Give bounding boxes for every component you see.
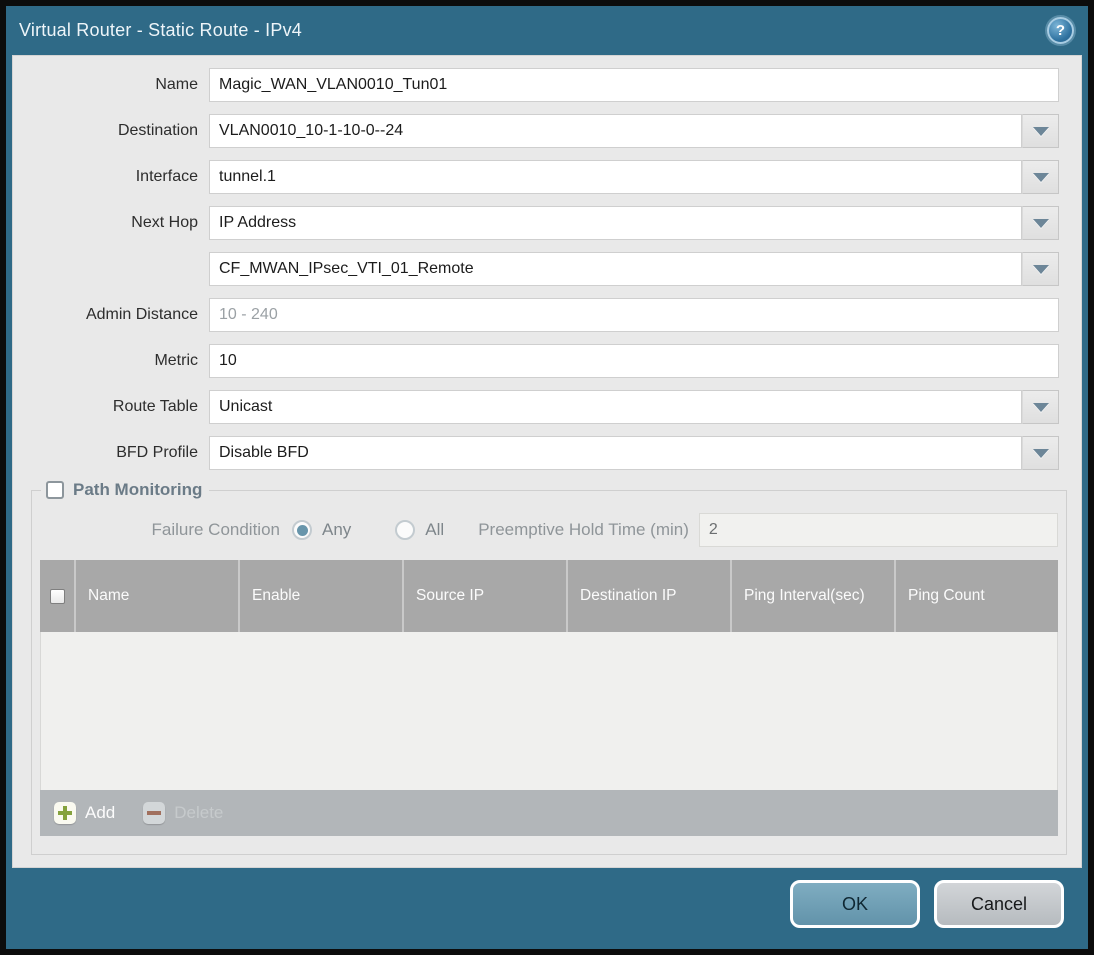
bfd-profile-select[interactable]: [209, 436, 1022, 470]
route-table-dropdown-button[interactable]: [1022, 390, 1059, 424]
bfd-profile-dropdown-button[interactable]: [1022, 436, 1059, 470]
route-table-select[interactable]: [209, 390, 1022, 424]
bfd-profile-label: BFD Profile: [116, 444, 198, 461]
chevron-down-icon: [1032, 172, 1049, 182]
failure-condition-all-label: All: [425, 520, 445, 539]
route-table-row: Route Table: [13, 390, 1081, 424]
table-header-select-all: [40, 560, 74, 632]
dialog-window: Virtual Router - Static Route - IPv4 ? N…: [6, 6, 1088, 949]
path-monitoring-checkbox[interactable]: [46, 481, 64, 499]
help-icon[interactable]: ?: [1047, 17, 1074, 44]
table-body-empty: [40, 632, 1058, 790]
metric-field[interactable]: [209, 344, 1059, 378]
failure-condition-any-label: Any: [322, 520, 352, 539]
path-monitoring-section: Path Monitoring Failure Condition Any Al…: [31, 480, 1067, 855]
interface-dropdown-button[interactable]: [1022, 160, 1059, 194]
column-header-ping-interval[interactable]: Ping Interval(sec): [730, 560, 894, 632]
chevron-down-icon: [1032, 402, 1049, 412]
dialog-titlebar: Virtual Router - Static Route - IPv4 ?: [6, 6, 1088, 55]
destination-row: Destination: [13, 114, 1081, 148]
admin-distance-row: Admin Distance: [13, 298, 1081, 332]
delete-button[interactable]: Delete: [143, 802, 223, 824]
destination-field[interactable]: [209, 114, 1022, 148]
column-header-ping-count[interactable]: Ping Count: [894, 560, 1058, 632]
next-hop-label: Next Hop: [131, 214, 198, 231]
cancel-button[interactable]: Cancel: [934, 880, 1064, 928]
dialog-title: Virtual Router - Static Route - IPv4: [19, 20, 302, 40]
table-header-row: Name Enable Source IP Destination IP Pin…: [40, 560, 1058, 632]
name-row: Name: [13, 68, 1081, 102]
next-hop-value-dropdown-button[interactable]: [1022, 252, 1059, 286]
path-monitoring-table: Name Enable Source IP Destination IP Pin…: [40, 560, 1058, 836]
failure-condition-label: Failure Condition: [151, 520, 280, 539]
name-label: Name: [155, 76, 198, 93]
interface-field[interactable]: [209, 160, 1022, 194]
dialog-footer: OK Cancel: [6, 868, 1088, 949]
failure-condition-all-radio[interactable]: [395, 520, 416, 540]
admin-distance-field[interactable]: [209, 298, 1059, 332]
column-header-destination-ip[interactable]: Destination IP: [566, 560, 730, 632]
dialog-body: Name Destination Interface: [12, 55, 1082, 868]
column-header-enable[interactable]: Enable: [238, 560, 402, 632]
metric-row: Metric: [13, 344, 1081, 378]
next-hop-value-select[interactable]: [209, 252, 1022, 286]
admin-distance-label: Admin Distance: [85, 306, 198, 323]
metric-label: Metric: [154, 352, 198, 369]
table-toolbar: Add Delete: [40, 790, 1058, 836]
next-hop-value-row: [13, 252, 1081, 286]
column-header-name[interactable]: Name: [74, 560, 238, 632]
next-hop-type-select[interactable]: [209, 206, 1022, 240]
add-button[interactable]: Add: [54, 802, 115, 824]
preemptive-hold-time-label: Preemptive Hold Time (min): [478, 520, 689, 539]
ok-button[interactable]: OK: [790, 880, 920, 928]
interface-row: Interface: [13, 160, 1081, 194]
chevron-down-icon: [1032, 448, 1049, 458]
failure-condition-any-radio[interactable]: [292, 520, 312, 540]
route-table-label: Route Table: [112, 398, 198, 415]
next-hop-row: Next Hop: [13, 206, 1081, 240]
chevron-down-icon: [1032, 264, 1049, 274]
name-field[interactable]: [209, 68, 1059, 102]
chevron-down-icon: [1032, 126, 1049, 136]
failure-condition-row: Failure Condition Any All Preemptive Hol…: [40, 512, 1058, 548]
destination-dropdown-button[interactable]: [1022, 114, 1059, 148]
path-monitoring-title: Path Monitoring: [73, 480, 203, 499]
destination-label: Destination: [117, 122, 198, 139]
chevron-down-icon: [1032, 218, 1049, 228]
minus-icon: [143, 802, 166, 824]
path-monitoring-legend: Path Monitoring: [41, 480, 209, 500]
next-hop-type-dropdown-button[interactable]: [1022, 206, 1059, 240]
plus-icon: [54, 802, 76, 824]
preemptive-hold-time-field[interactable]: [698, 513, 1058, 547]
bfd-profile-row: BFD Profile: [13, 436, 1081, 470]
interface-label: Interface: [135, 168, 198, 185]
select-all-checkbox[interactable]: [49, 588, 65, 604]
column-header-source-ip[interactable]: Source IP: [402, 560, 566, 632]
